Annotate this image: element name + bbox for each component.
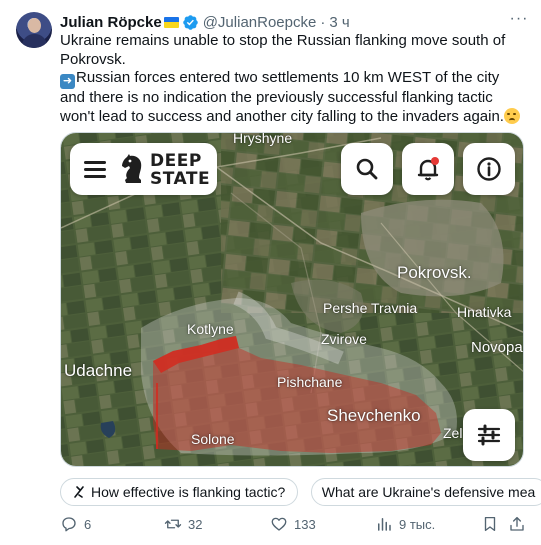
- analytics-icon: [378, 518, 391, 531]
- tweet-media-map[interactable]: Hryshyne Pokrovsk. Pershe Travnia Hnativ…: [60, 132, 524, 467]
- like-button[interactable]: 133: [270, 515, 316, 533]
- map-label-solone: Solone: [191, 431, 235, 447]
- verified-badge-icon: [182, 14, 198, 30]
- brand-line-1: DEEP: [150, 151, 202, 171]
- brand-line-2: STATE: [150, 169, 211, 189]
- author-name[interactable]: Julian Röpcke: [60, 14, 162, 31]
- views-button[interactable]: 9 тыс.: [375, 515, 435, 533]
- map-label-pershe-travnia: Pershe Travnia: [323, 300, 418, 316]
- header-separator: ·: [320, 13, 326, 31]
- more-options-icon[interactable]: ···: [509, 11, 529, 32]
- suggestion-chip[interactable]: How effective is flanking tactic?: [60, 478, 299, 506]
- share-icon: [510, 516, 524, 531]
- map-label-kotlyne: Kotlyne: [187, 321, 234, 337]
- map-label-zel: Zel: [443, 425, 463, 441]
- reply-button[interactable]: 6: [60, 515, 91, 533]
- heart-icon: [271, 517, 287, 531]
- suggestion-chip[interactable]: What are Ukraine's defensive mea: [310, 478, 541, 506]
- map-label-zvirove: Zvirove: [321, 331, 367, 347]
- deepstate-brand-text: DEEP STATE: [150, 152, 210, 188]
- bookmark-button[interactable]: [481, 515, 505, 533]
- hamburger-menu-icon[interactable]: [84, 161, 106, 178]
- map-label-pishchane: Pishchane: [277, 374, 343, 390]
- info-icon: [477, 157, 501, 181]
- tweet-actions: 6 32 133 9 тыс.: [60, 515, 530, 537]
- map-search-button[interactable]: [341, 143, 393, 195]
- tweet-paragraph-2-text: Russian forces entered two settlements 1…: [60, 69, 504, 125]
- worried-face-emoji-icon: [503, 107, 520, 124]
- grok-suggestions: How effective is flanking tactic? What a…: [60, 478, 541, 508]
- sliders-icon: [477, 424, 501, 446]
- map-label-udachne: Udachne: [64, 361, 133, 380]
- share-button[interactable]: [508, 515, 532, 533]
- author-handle[interactable]: @JulianRoepcke: [203, 14, 317, 31]
- deepstate-logo-panel[interactable]: DEEP STATE: [70, 143, 217, 195]
- map-label-novopa: Novopa: [471, 339, 523, 356]
- suggestion-chip-label: What are Ukraine's defensive mea: [321, 484, 536, 500]
- tweet-paragraph-2: ➜ Russian forces entered two settlements …: [60, 69, 528, 126]
- author-avatar[interactable]: [16, 12, 52, 48]
- map-info-button[interactable]: [463, 143, 515, 195]
- bell-icon: [417, 157, 439, 181]
- map-label-hnativka: Hnativka: [457, 304, 512, 320]
- map-label-shevchenko: Shevchenko: [327, 406, 421, 425]
- repost-button[interactable]: 32: [164, 515, 202, 533]
- like-count: 133: [294, 516, 316, 532]
- tweet-text: Ukraine remains unable to stop the Russi…: [60, 32, 528, 126]
- repost-count: 32: [188, 516, 203, 532]
- grok-icon: [74, 486, 84, 498]
- map-label-hryshyne: Hryshyne: [233, 132, 293, 146]
- tweet-header: Julian Röpcke @JulianRoepcke · 3 ч: [60, 12, 350, 32]
- tweet[interactable]: Julian Röpcke @JulianRoepcke · 3 ч ··· U…: [0, 0, 541, 545]
- tweet-time[interactable]: 3 ч: [329, 14, 349, 31]
- map-label-pokrovsk: Pokrovsk.: [397, 263, 472, 282]
- views-count: 9 тыс.: [399, 516, 436, 532]
- map-filter-button[interactable]: [463, 409, 515, 461]
- reply-icon: [62, 517, 76, 532]
- map-notifications-button[interactable]: [402, 143, 454, 195]
- repost-icon: [164, 519, 182, 529]
- reply-count: 6: [84, 516, 92, 532]
- tweet-paragraph-1: Ukraine remains unable to stop the Russi…: [60, 32, 506, 68]
- right-arrow-emoji-icon: ➜: [60, 74, 75, 89]
- suggestion-chip-label: How effective is flanking tactic?: [91, 484, 286, 500]
- bookmark-icon: [484, 516, 496, 532]
- ukraine-flag-icon: [163, 16, 179, 28]
- chess-knight-icon: [122, 154, 142, 183]
- search-icon: [356, 158, 378, 180]
